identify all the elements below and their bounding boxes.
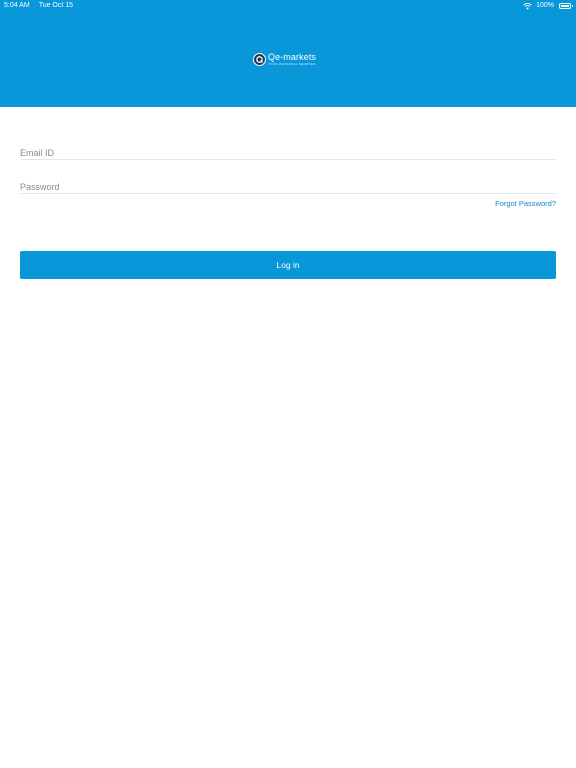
forgot-password-link[interactable]: Forgot Password? [495,199,556,208]
battery-percent: 100% [536,2,554,9]
logo-tagline: YOUR PERSONAL SHOPPER [268,61,316,66]
battery-icon [559,3,573,9]
logo-name: Qe-markets [268,51,317,62]
status-date: Tue Oct 15 [38,2,74,9]
password-field[interactable] [20,180,556,194]
email-field[interactable] [20,146,556,160]
brand-logo: Qe-markets YOUR PERSONAL SHOPPER [253,52,316,66]
logo-mark-icon [253,52,266,66]
login-screen: 5:04 AM Tue Oct 15 100% Qe-markets YOUR … [0,0,576,768]
email-field-container [20,143,556,160]
wifi-icon [523,2,532,9]
status-bar-left: 5:04 AM Tue Oct 15 [4,0,73,12]
login-button[interactable]: Log in [20,251,556,279]
q-icon [256,55,264,63]
status-bar: 5:04 AM Tue Oct 15 100% [0,0,576,12]
header-banner: 5:04 AM Tue Oct 15 100% Qe-markets YOUR … [0,0,576,107]
logo-text: Qe-markets YOUR PERSONAL SHOPPER [268,51,317,66]
logo-wordmark: e-markets [275,51,317,62]
status-bar-right: 100% [523,0,573,12]
password-field-container [20,177,556,194]
status-time: 5:04 AM [4,2,30,9]
